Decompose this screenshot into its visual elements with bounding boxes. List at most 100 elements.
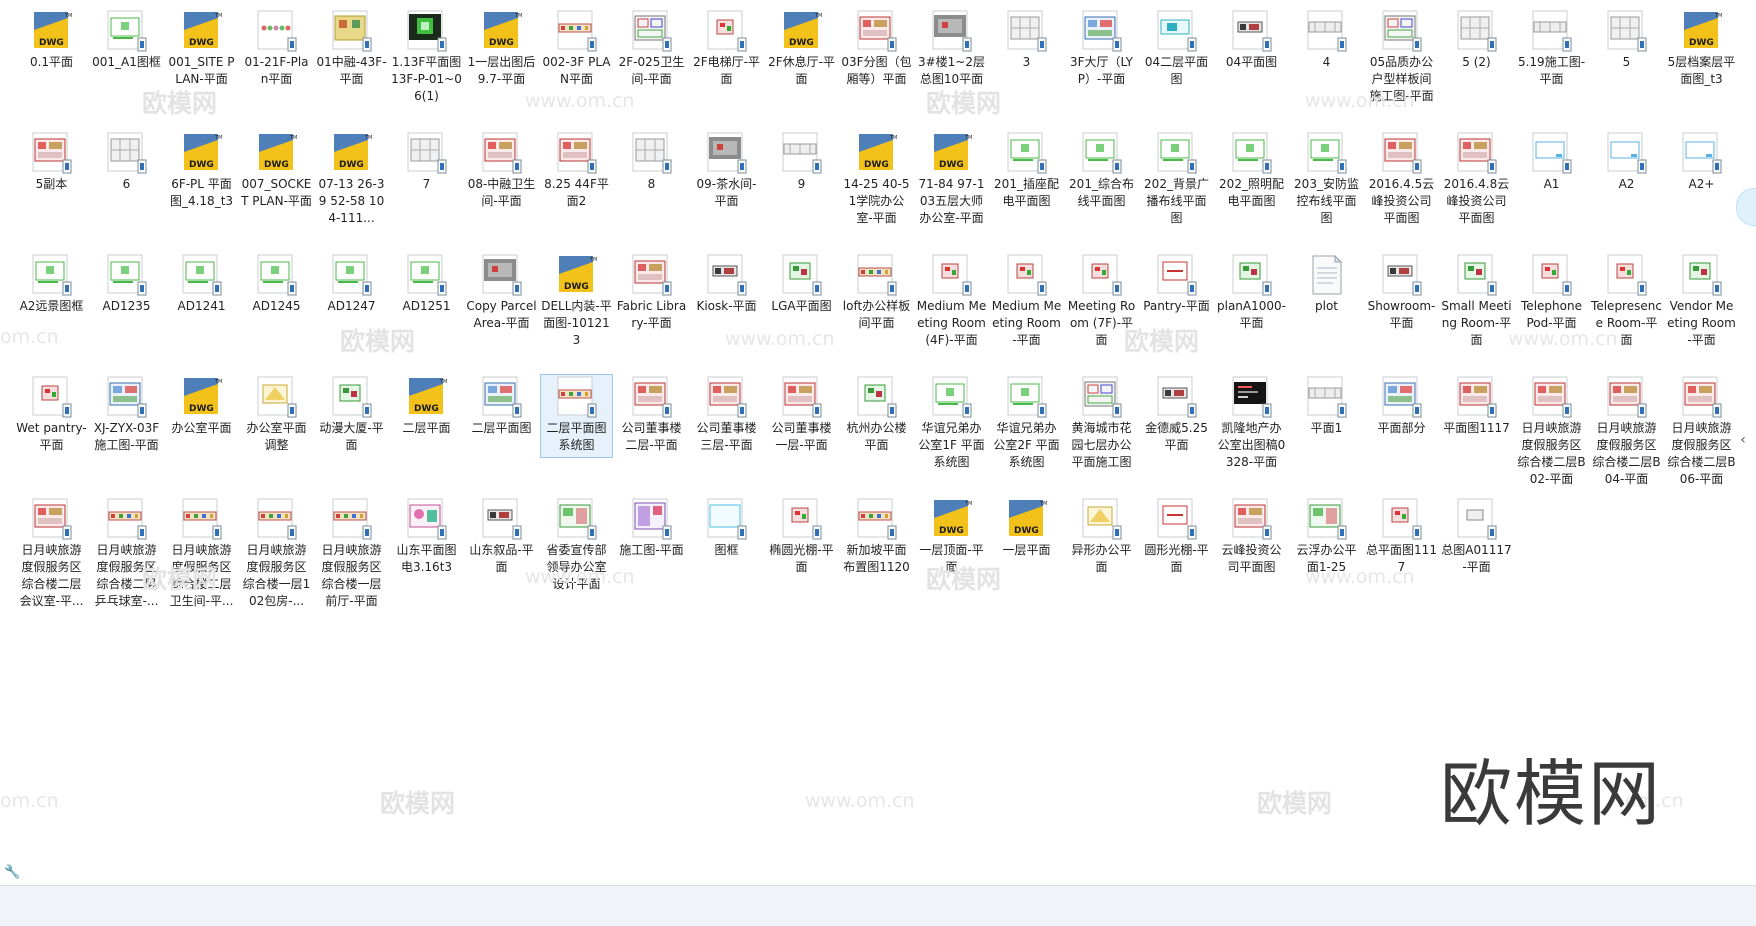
file-item[interactable]: 002-3F PLAN平面: [539, 8, 614, 130]
file-item[interactable]: 省委宣传部领导办公室设计平面: [539, 496, 614, 618]
file-item[interactable]: Small Meeting Room-平面: [1439, 252, 1514, 374]
file-item[interactable]: 新加坡平面布置图1120: [839, 496, 914, 618]
file-item[interactable]: 公司董事楼三层-平面: [689, 374, 764, 496]
file-item[interactable]: 二层平面图系统图: [539, 374, 614, 496]
file-item[interactable]: 黄海城市花园七层办公平面施工图: [1064, 374, 1139, 496]
file-item[interactable]: DWG TM 14-25 40-51学院办公室-平面: [839, 130, 914, 252]
file-item[interactable]: 201_插座配电平面图: [989, 130, 1064, 252]
file-item[interactable]: 7: [389, 130, 464, 252]
file-item[interactable]: 8.25 44F平面2: [539, 130, 614, 252]
file-item[interactable]: 日月峡旅游度假服务区综合楼二层卫生间-平...: [164, 496, 239, 618]
file-item[interactable]: 03F分图（包厢等）平面: [839, 8, 914, 130]
file-item[interactable]: 3F大厅（LYP）-平面: [1064, 8, 1139, 130]
file-item[interactable]: Kiosk-平面: [689, 252, 764, 374]
file-item[interactable]: 异形办公平面: [1064, 496, 1139, 618]
file-item[interactable]: 华谊兄弟办公室2F 平面系统图: [989, 374, 1064, 496]
file-item[interactable]: DWG TM 07-13 26-39 52-58 104-111...: [314, 130, 389, 252]
file-item[interactable]: 3: [989, 8, 1064, 130]
file-item[interactable]: Showroom-平面: [1364, 252, 1439, 374]
file-item[interactable]: 日月峡旅游度假服务区综合楼二层B02-平面: [1514, 374, 1589, 496]
file-item[interactable]: DWG TM 001_SITE PLAN-平面: [164, 8, 239, 130]
file-item[interactable]: 云峰投资公司平面图: [1214, 496, 1289, 618]
file-item[interactable]: DWG TM 办公室平面: [164, 374, 239, 496]
file-item[interactable]: 二层平面图: [464, 374, 539, 496]
file-item[interactable]: DWG TM 一层顶面-平面: [914, 496, 989, 618]
file-item[interactable]: 04平面图: [1214, 8, 1289, 130]
file-item[interactable]: 日月峡旅游度假服务区综合楼一层前厅-平面: [314, 496, 389, 618]
file-item[interactable]: 05品质办公户型样板间施工图-平面: [1364, 8, 1439, 130]
file-item[interactable]: Telephone Pod-平面: [1514, 252, 1589, 374]
file-item[interactable]: 凯隆地产办公室出图稿0328-平面: [1214, 374, 1289, 496]
file-item[interactable]: 平面1: [1289, 374, 1364, 496]
file-item[interactable]: 施工图-平面: [614, 496, 689, 618]
file-item[interactable]: 椭圆光棚-平面: [764, 496, 839, 618]
file-item[interactable]: AD1245: [239, 252, 314, 374]
file-item[interactable]: 5 (2): [1439, 8, 1514, 130]
file-item[interactable]: DWG TM 0.1平面: [14, 8, 89, 130]
file-item[interactable]: 08-中融卫生间-平面: [464, 130, 539, 252]
file-item[interactable]: 圆形光棚-平面: [1139, 496, 1214, 618]
file-item[interactable]: 公司董事楼二层-平面: [614, 374, 689, 496]
file-item[interactable]: 01-21F-Plan平面: [239, 8, 314, 130]
file-item[interactable]: loft办公样板间平面: [839, 252, 914, 374]
file-item[interactable]: 金德威5.25平面: [1139, 374, 1214, 496]
file-item[interactable]: 山东叙品-平面: [464, 496, 539, 618]
file-item[interactable]: 山东平面图电3.16t3: [389, 496, 464, 618]
file-item[interactable]: AD1247: [314, 252, 389, 374]
file-item[interactable]: Copy Parcel Area-平面: [464, 252, 539, 374]
file-item[interactable]: 2016.4.8云峰投资公司平面图: [1439, 130, 1514, 252]
file-item[interactable]: 04二层平面图: [1139, 8, 1214, 130]
file-item[interactable]: 平面部分: [1364, 374, 1439, 496]
file-item[interactable]: 总平面图1117: [1364, 496, 1439, 618]
file-item[interactable]: 日月峡旅游度假服务区综合楼二层会议室-平...: [14, 496, 89, 618]
file-item[interactable]: 平面图1117: [1439, 374, 1514, 496]
file-item[interactable]: Meeting Room (7F)-平面: [1064, 252, 1139, 374]
file-item[interactable]: AD1235: [89, 252, 164, 374]
file-item[interactable]: 图框: [689, 496, 764, 618]
file-item[interactable]: DWG TM 007_SOCKET PLAN-平面: [239, 130, 314, 252]
file-item[interactable]: 5.19施工图-平面: [1514, 8, 1589, 130]
file-item[interactable]: Vendor Meeting Room-平面: [1664, 252, 1739, 374]
file-item[interactable]: 8: [614, 130, 689, 252]
file-item[interactable]: 201_综合布线平面图: [1064, 130, 1139, 252]
file-item[interactable]: 日月峡旅游度假服务区综合楼二层B06-平面: [1664, 374, 1739, 496]
file-item[interactable]: Fabric Library-平面: [614, 252, 689, 374]
file-item[interactable]: 3#楼1~2层总图10平面: [914, 8, 989, 130]
file-item[interactable]: 2F电梯厅-平面: [689, 8, 764, 130]
file-item[interactable]: A1: [1514, 130, 1589, 252]
file-item[interactable]: 日月峡旅游度假服务区综合楼二层B04-平面: [1589, 374, 1664, 496]
file-item[interactable]: DWG TM DELL内装-平面图-101213: [539, 252, 614, 374]
file-item[interactable]: 2016.4.5云峰投资公司平面图: [1364, 130, 1439, 252]
file-item[interactable]: planA1000-平面: [1214, 252, 1289, 374]
file-item[interactable]: 公司董事楼一层-平面: [764, 374, 839, 496]
file-item[interactable]: Wet pantry-平面: [14, 374, 89, 496]
file-item[interactable]: 华谊兄弟办公室1F 平面系统图: [914, 374, 989, 496]
file-item[interactable]: 01中融-43F-平面: [314, 8, 389, 130]
file-item[interactable]: 动漫大厦-平面: [314, 374, 389, 496]
file-item[interactable]: 6: [89, 130, 164, 252]
file-item[interactable]: 203_安防监控布线平面图: [1289, 130, 1364, 252]
file-item[interactable]: A2: [1589, 130, 1664, 252]
file-item[interactable]: XJ-ZYX-03F施工图-平面: [89, 374, 164, 496]
file-item[interactable]: 9: [764, 130, 839, 252]
file-item[interactable]: 5副本: [14, 130, 89, 252]
file-item[interactable]: 杭州办公楼平面: [839, 374, 914, 496]
file-item[interactable]: 云浮办公平面1-25: [1289, 496, 1364, 618]
file-item[interactable]: DWG TM 2F休息厅-平面: [764, 8, 839, 130]
file-item[interactable]: 日月峡旅游度假服务区综合楼二层乒乓球室-...: [89, 496, 164, 618]
file-item[interactable]: Pantry-平面: [1139, 252, 1214, 374]
file-item[interactable]: 办公室平面调整: [239, 374, 314, 496]
file-item[interactable]: 1.13F平面图13F-P-01~06(1): [389, 8, 464, 130]
file-item[interactable]: AD1241: [164, 252, 239, 374]
file-item[interactable]: 09-茶水间-平面: [689, 130, 764, 252]
file-item[interactable]: Medium Meeting Room-平面: [989, 252, 1064, 374]
file-item[interactable]: 202_背景广播布线平面图: [1139, 130, 1214, 252]
file-item[interactable]: DWG TM 71-84 97-103五层大师办公室-平面: [914, 130, 989, 252]
file-item[interactable]: 202_照明配电平面图: [1214, 130, 1289, 252]
file-item[interactable]: A2远景图框: [14, 252, 89, 374]
file-item[interactable]: 001_A1图框: [89, 8, 164, 130]
file-item[interactable]: 4: [1289, 8, 1364, 130]
file-item[interactable]: Medium Meeting Room(4F)-平面: [914, 252, 989, 374]
file-item[interactable]: 日月峡旅游度假服务区综合楼一层102包房-...: [239, 496, 314, 618]
file-item[interactable]: LGA平面图: [764, 252, 839, 374]
